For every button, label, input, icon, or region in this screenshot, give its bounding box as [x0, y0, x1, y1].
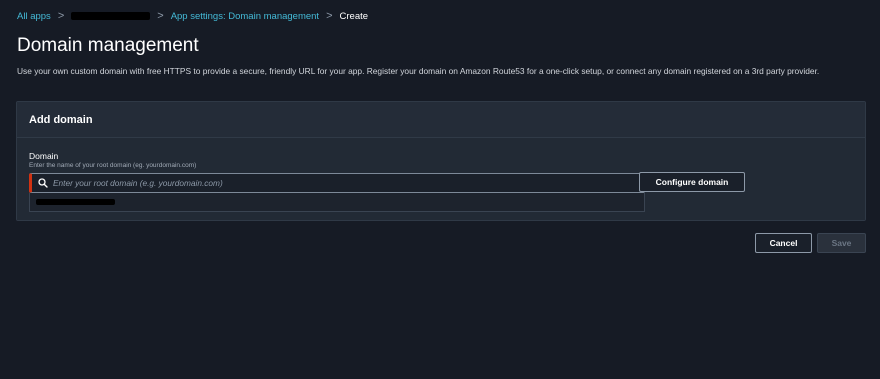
configure-domain-button[interactable]: Configure domain	[639, 172, 745, 192]
domain-hint: Enter the name of your root domain (eg. …	[29, 162, 197, 169]
add-domain-panel: Add domain Domain Enter the name of your…	[16, 101, 866, 221]
breadcrumb-separator: >	[157, 10, 164, 22]
page-description: Use your own custom domain with free HTT…	[17, 66, 820, 76]
domain-label: Domain	[29, 151, 59, 161]
breadcrumb-app-settings-link[interactable]: App settings: Domain management	[171, 11, 319, 22]
breadcrumb: All apps > > App settings: Domain manage…	[17, 9, 368, 23]
suggestion-redacted-text	[36, 199, 115, 205]
breadcrumb-current: Create	[339, 10, 369, 22]
panel-header: Add domain	[17, 102, 865, 138]
breadcrumb-all-apps-link[interactable]: All apps	[17, 11, 51, 22]
save-button[interactable]: Save	[817, 233, 866, 253]
search-icon	[38, 178, 48, 188]
breadcrumb-app-name-redacted[interactable]	[71, 12, 151, 20]
breadcrumb-separator: >	[326, 10, 333, 22]
breadcrumb-separator: >	[57, 10, 65, 22]
domain-suggestion-item[interactable]	[29, 193, 645, 212]
cancel-button[interactable]: Cancel	[755, 233, 812, 253]
domain-input-wrapper[interactable]	[29, 173, 645, 193]
page-title: Domain management	[17, 35, 199, 56]
domain-input[interactable]	[53, 178, 644, 188]
